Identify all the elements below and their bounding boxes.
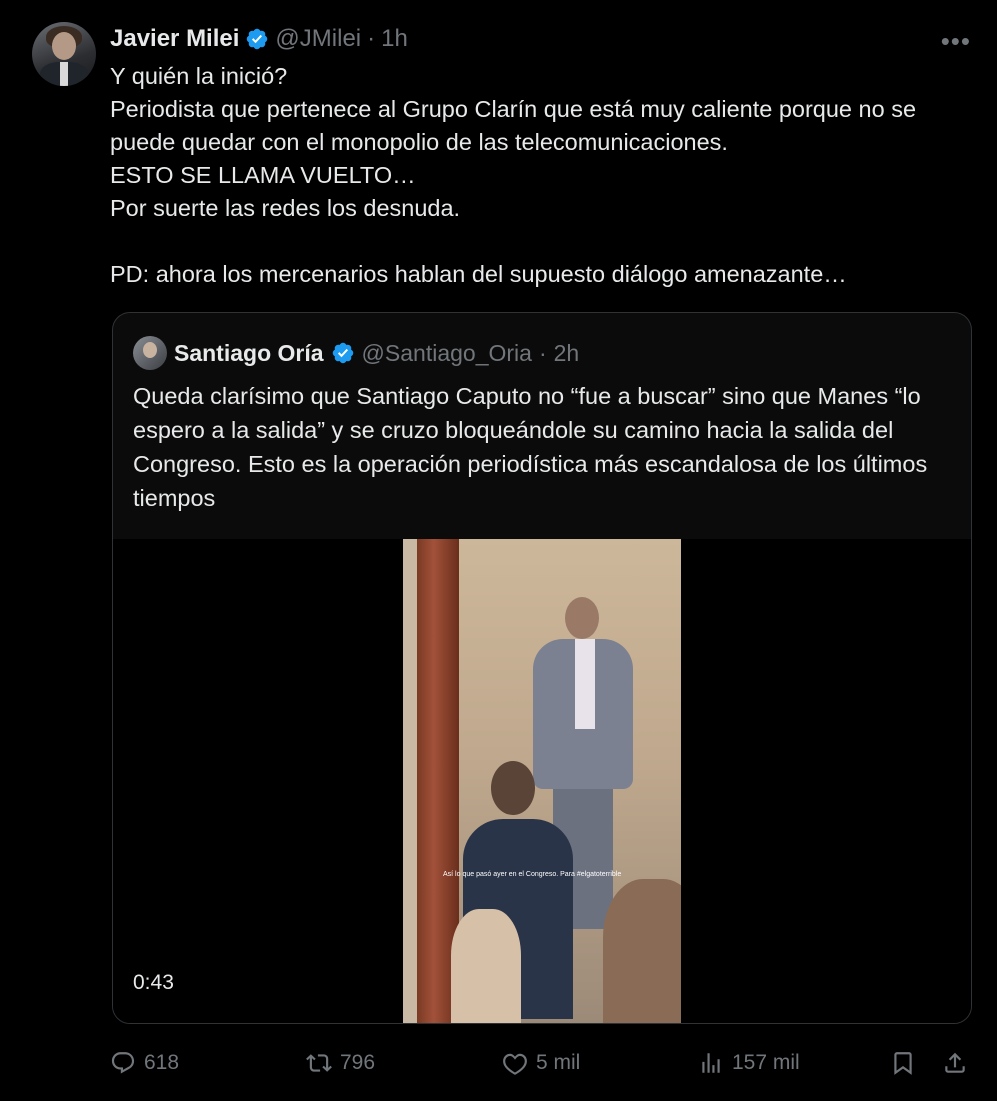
quoted-author-handle[interactable]: @Santiago_Oria xyxy=(362,340,532,367)
share-icon xyxy=(945,1052,965,1073)
tweet-timestamp[interactable]: 1h xyxy=(381,25,408,53)
quoted-author-name[interactable]: Santiago Oría xyxy=(174,340,324,367)
quoted-tweet-text: Queda clarísimo que Santiago Caputo no “… xyxy=(133,379,943,515)
video-player[interactable]: Así lo que pasó ayer en el Congreso. Par… xyxy=(113,539,971,1023)
tweet-line: ESTO SE LLAMA VUELTO… xyxy=(110,162,416,188)
tweet-actions: 618 796 5 mil 157 mil xyxy=(110,1043,976,1083)
like-count: 5 mil xyxy=(536,1051,581,1074)
author-avatar[interactable] xyxy=(32,22,96,86)
author-handle[interactable]: @JMilei xyxy=(275,25,361,53)
reply-icon xyxy=(111,1052,135,1074)
quoted-tweet[interactable]: Santiago Oría @Santiago_Oria · 2h Queda … xyxy=(112,312,972,1024)
quoted-tweet-body: Queda clarísimo que Santiago Caputo no “… xyxy=(133,383,928,511)
more-options-icon[interactable]: ••• xyxy=(941,26,971,57)
heart-icon xyxy=(503,1053,527,1075)
tweet-line: Por suerte las redes los desnuda. xyxy=(110,195,461,221)
tweet-line: Periodista que pertenece al Grupo Clarín… xyxy=(110,96,917,155)
quoted-author-avatar[interactable] xyxy=(133,336,167,370)
quoted-tweet-timestamp[interactable]: 2h xyxy=(554,340,580,367)
video-duration: 0:43 xyxy=(133,971,174,994)
header-separator: · xyxy=(538,339,547,366)
tweet-line: Y quién la inició? xyxy=(110,63,288,89)
reply-count: 618 xyxy=(144,1051,180,1074)
bookmark-icon xyxy=(894,1052,912,1075)
retweet-icon xyxy=(306,1054,332,1072)
share-button[interactable] xyxy=(942,1043,968,1083)
header-separator: · xyxy=(367,25,376,52)
retweet-count: 796 xyxy=(340,1051,376,1074)
tweet-line-break xyxy=(110,225,970,258)
reply-button[interactable]: 618 xyxy=(110,1043,179,1083)
retweet-button[interactable]: 796 xyxy=(306,1043,375,1083)
tweet-header: Javier Milei @JMilei · 1h xyxy=(110,22,408,56)
tweet-line: PD: ahora los mercenarios hablan del sup… xyxy=(110,261,847,287)
views-count: 157 mil xyxy=(732,1051,800,1074)
video-caption: Así lo que pasó ayer en el Congreso. Par… xyxy=(443,871,622,878)
quoted-tweet-header: Santiago Oría @Santiago_Oria · 2h xyxy=(133,335,579,371)
like-button[interactable]: 5 mil xyxy=(502,1043,580,1083)
bookmark-button[interactable] xyxy=(890,1043,916,1083)
tweet-text: Y quién la inició? Periodista que perten… xyxy=(110,60,970,291)
views-button[interactable]: 157 mil xyxy=(698,1043,800,1083)
video-frame: Así lo que pasó ayer en el Congreso. Par… xyxy=(403,539,681,1023)
verified-badge-icon xyxy=(332,342,353,364)
author-name[interactable]: Javier Milei xyxy=(110,25,239,53)
tweet: Javier Milei @JMilei · 1h ••• Y quién la… xyxy=(0,0,997,1101)
verified-badge-icon xyxy=(247,28,268,50)
views-chart-icon xyxy=(702,1053,720,1073)
